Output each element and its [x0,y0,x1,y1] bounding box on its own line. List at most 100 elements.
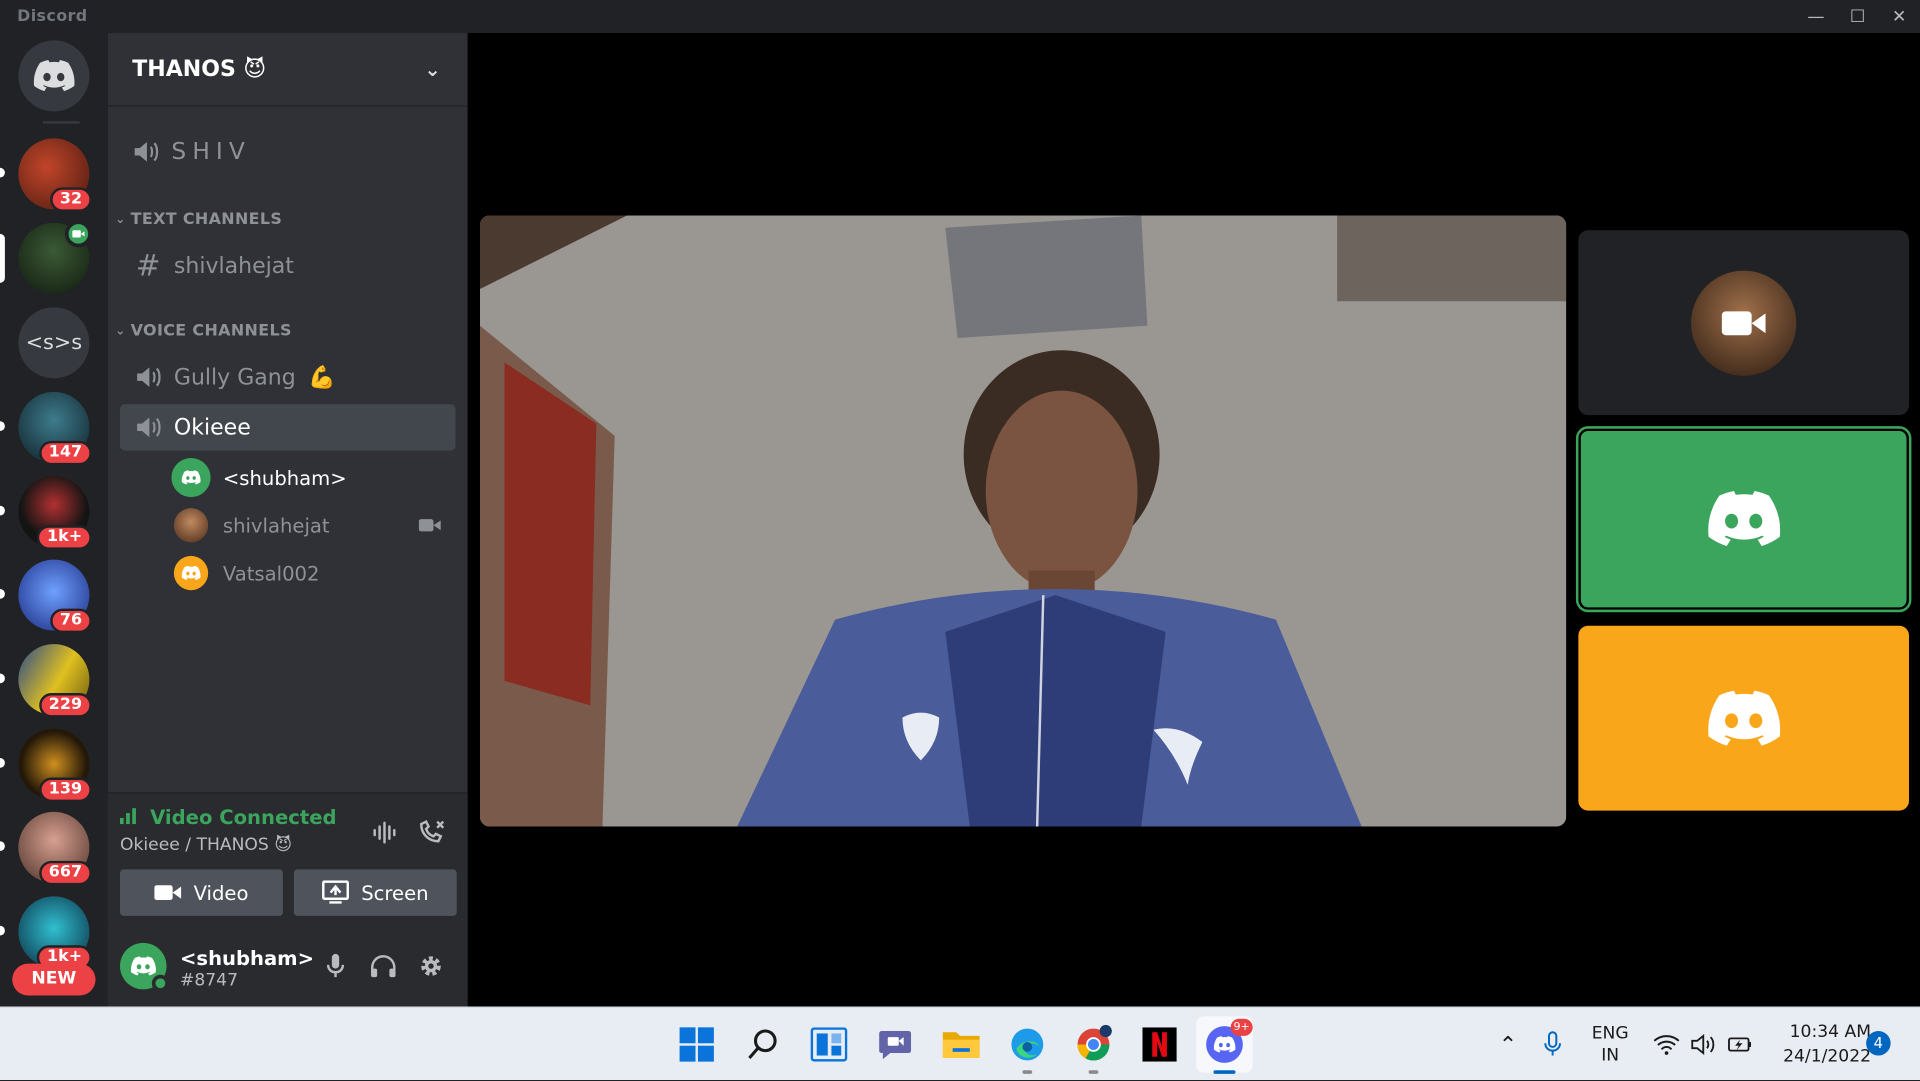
category-voice-channels[interactable]: ⌄ VOICE CHANNELS [115,322,292,340]
rail-separator [42,121,80,124]
voice-location[interactable]: Okieee / THANOS 😈 [120,835,292,855]
start-button[interactable] [675,1022,719,1066]
discord-logo-icon [181,470,201,485]
avatar [173,555,209,591]
app-name: Discord [17,7,88,26]
focused-video-feed[interactable] [480,215,1567,827]
channel-name: Okieee [173,414,251,441]
mute-button[interactable] [318,949,352,983]
online-status-icon [151,974,169,992]
show-hidden-icons-button[interactable]: ⌃ [1499,1008,1517,1081]
server-icon-1[interactable]: 32 [0,138,92,212]
battery-charging-icon [1728,1037,1752,1052]
home-button[interactable] [18,40,90,112]
participant-avatar [1691,270,1797,376]
close-button[interactable]: ✕ [1878,0,1920,33]
input-language[interactable]: ENG IN [1582,1022,1638,1066]
channel-sidebar: THANOS 😈 ⌄ SHIV ⌄ TEXT CHANNELS # shivla… [107,33,468,1007]
discord-logo-icon [1708,690,1781,746]
server-icon-9[interactable]: 667 [0,811,92,886]
server-acronym: <s>s [25,330,83,356]
mention-badge: 147 [39,440,92,466]
noise-suppression-button[interactable] [367,816,401,850]
search-button[interactable] [741,1022,785,1066]
volume-button[interactable] [1690,1008,1717,1081]
deafen-button[interactable] [366,949,400,983]
running-indicator [1088,1070,1099,1074]
discord-logo-icon [18,40,89,111]
devil-emoji-icon: 😈 [274,835,293,855]
widgets-button[interactable] [807,1022,851,1066]
user-avatar[interactable] [120,942,169,992]
microphone-tray-button[interactable] [1543,1008,1563,1081]
waveform-icon [373,821,396,844]
user-settings-button[interactable] [414,949,448,983]
search-icon [748,1029,777,1059]
maximize-button[interactable]: ☐ [1837,0,1879,33]
server-icon-7[interactable]: 229 [0,644,92,718]
mention-badge: 32 [50,187,92,212]
wifi-icon [1653,1035,1680,1055]
voice-connection-panel: Video Connected Okieee / THANOS 😈 Video … [107,792,468,927]
clock-date: 24/1/2022 [1783,1046,1872,1067]
participant-tile-orange[interactable] [1578,625,1909,811]
network-button[interactable] [1653,1008,1680,1081]
app-window: Discord — ☐ ✕ 32 <s>s 147 1k+ 76 229 139… [0,0,1920,1081]
notification-center-badge[interactable]: 4 [1866,1031,1891,1056]
disconnect-button[interactable] [414,816,448,850]
hashtag-icon: # [135,248,161,283]
video-camera-icon [418,519,441,532]
server-icon-6[interactable]: 76 [0,559,92,634]
voice-channel-gully-gang[interactable]: Gully Gang 💪 [120,354,456,401]
new-mentions-badge[interactable]: NEW [12,963,96,996]
clock-time: 10:34 AM [1789,1022,1872,1043]
speaker-icon [137,367,161,387]
guild-header[interactable]: THANOS 😈 ⌄ [107,33,468,107]
text-channel-shivlahejat[interactable]: # shivlahejat [120,242,456,289]
system-clock[interactable]: 10:34 AM 24/1/2022 [1763,1020,1871,1069]
discord-logo-icon [130,956,156,976]
running-indicator [1022,1070,1033,1074]
voice-user-shubham[interactable]: <shubham> [173,457,456,499]
minimize-button[interactable]: — [1795,0,1837,33]
voice-user-vatsal002[interactable]: Vatsal002 [173,552,456,594]
voice-channel-shiv[interactable]: SHIV [132,138,251,165]
discord-logo-icon [181,565,201,581]
netflix-button[interactable] [1138,1022,1182,1066]
chrome-button[interactable] [1071,1022,1115,1074]
voice-status[interactable]: Video Connected [120,806,337,829]
edge-button[interactable] [1005,1022,1049,1074]
webcam-frame [480,215,1567,827]
username: <shubham> [180,946,315,970]
chevron-up-icon: ⌃ [1498,1031,1518,1058]
mention-badge: 1k+ [37,525,92,550]
discord-taskbar-button[interactable]: 9+ [1196,1016,1253,1074]
video-stage [467,33,1920,1007]
voice-user-name: shivlahejat [222,513,330,537]
mention-badge: 667 [39,860,92,886]
category-label: TEXT CHANNELS [130,210,283,229]
teams-chat-button[interactable] [873,1022,917,1066]
server-icon-2[interactable] [0,220,92,294]
category-text-channels[interactable]: ⌄ TEXT CHANNELS [115,211,282,229]
channel-name: Gully Gang [173,364,296,391]
server-icon-10[interactable]: 1k+ [0,896,92,970]
participant-tile-speaking[interactable] [1578,428,1909,610]
voice-channel-okieee[interactable]: Okieee [120,404,456,451]
video-button[interactable]: Video [120,869,283,916]
screen-share-button[interactable]: Screen [293,869,457,916]
server-icon-5[interactable]: 1k+ [0,476,92,550]
video-camera-icon [154,885,182,901]
server-icon-4[interactable]: 147 [0,391,92,466]
battery-button[interactable] [1727,1008,1754,1081]
server-icon-8[interactable]: 139 [0,728,92,803]
video-activity-icon [64,220,92,248]
file-explorer-button[interactable] [939,1022,983,1066]
user-panel: <shubham> #8747 [107,926,468,1007]
server-icon-3[interactable]: <s>s [18,307,90,379]
folder-icon [942,1032,980,1058]
region-code: IN [1601,1045,1620,1066]
chat-icon [879,1031,912,1060]
participant-tile-video[interactable] [1578,230,1909,416]
voice-user-shivlahejat[interactable]: shivlahejat [173,504,456,546]
